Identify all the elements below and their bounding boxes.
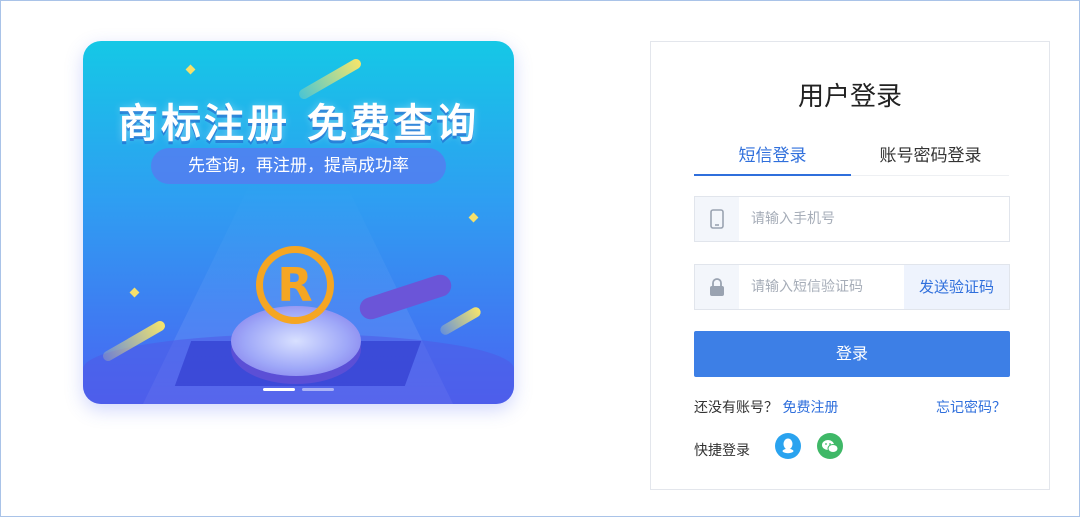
login-tabs: 短信登录 账号密码登录	[694, 144, 1009, 176]
carousel-indicator[interactable]	[302, 388, 334, 391]
register-prompt: 还没有账号？ 免费注册	[694, 397, 838, 417]
login-button[interactable]: 登录	[694, 331, 1010, 377]
phone-icon	[695, 197, 739, 241]
sms-code-input[interactable]	[739, 265, 899, 309]
decor-dot	[468, 212, 479, 223]
tab-password-login[interactable]: 账号密码登录	[852, 144, 1009, 176]
decor-dot	[185, 64, 196, 75]
code-field: 发送验证码	[694, 264, 1010, 310]
no-account-text: 还没有账号？	[694, 400, 778, 416]
phone-field	[694, 196, 1010, 242]
phone-input[interactable]	[739, 197, 1009, 241]
banner-title: 商标注册 免费查询	[118, 101, 479, 147]
registered-trademark-icon: R	[256, 246, 334, 324]
quick-login-label: 快捷登录	[694, 443, 750, 459]
tab-sms-login[interactable]: 短信登录	[694, 144, 851, 176]
decor-dot	[129, 287, 140, 298]
banner-subtitle: 先查询，再注册，提高成功率	[151, 148, 446, 184]
carousel-indicator-active[interactable]	[263, 388, 295, 391]
lock-icon	[695, 265, 739, 309]
login-title: 用户登录	[797, 82, 902, 112]
wechat-icon[interactable]	[817, 433, 843, 459]
forgot-password-link[interactable]: 忘记密码？	[936, 397, 1006, 417]
login-card: 用户登录 短信登录 账号密码登录 发送验证码 登录 还没有账号？ 免费注册 忘记…	[650, 41, 1050, 490]
qq-icon[interactable]	[775, 433, 801, 459]
register-link[interactable]: 免费注册	[782, 400, 838, 416]
send-code-button[interactable]: 发送验证码	[904, 265, 1009, 309]
decor-stick	[438, 305, 483, 337]
promo-banner[interactable]: 商标注册 免费查询 先查询，再注册，提高成功率 R	[83, 41, 514, 404]
